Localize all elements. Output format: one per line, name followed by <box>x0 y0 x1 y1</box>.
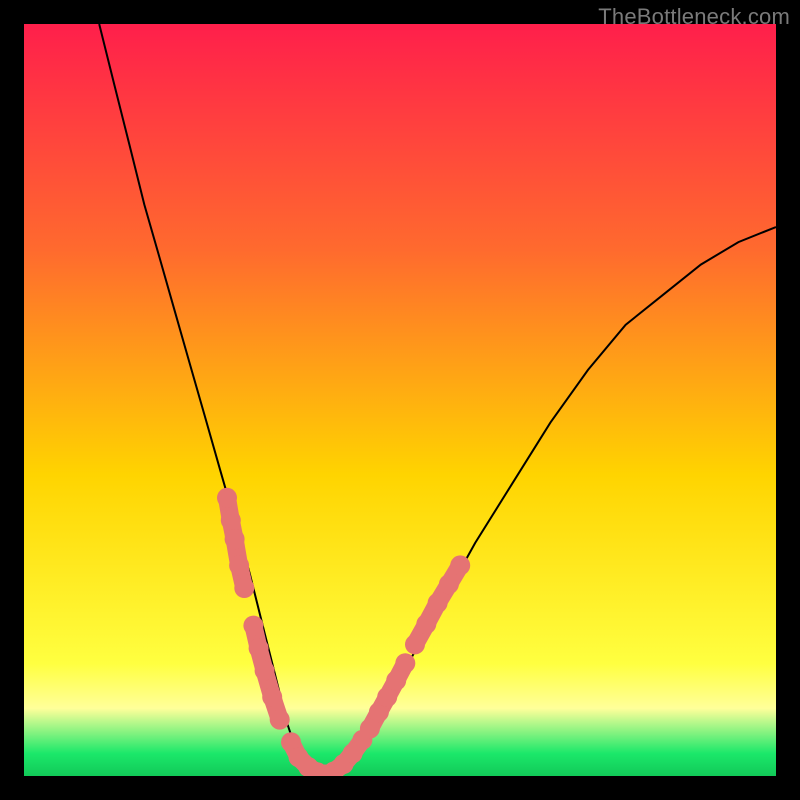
marker-dot <box>416 614 436 634</box>
marker-dot <box>234 578 254 598</box>
marker-dot <box>229 555 249 575</box>
marker-dot <box>221 510 241 530</box>
marker-dot <box>262 687 282 707</box>
marker-dot <box>249 638 269 658</box>
marker-dot <box>428 593 448 613</box>
bottleneck-chart <box>24 24 776 776</box>
marker-dot <box>405 634 425 654</box>
marker-dot <box>270 710 290 730</box>
marker-dot <box>217 488 237 508</box>
marker-dot <box>243 616 263 636</box>
marker-dot <box>225 529 245 549</box>
marker-dot <box>395 653 415 673</box>
marker-dot <box>255 661 275 681</box>
plot-area <box>24 24 776 776</box>
marker-dot <box>386 671 406 691</box>
marker-dot <box>450 555 470 575</box>
watermark-text: TheBottleneck.com <box>598 4 790 30</box>
marker-dot <box>439 574 459 594</box>
